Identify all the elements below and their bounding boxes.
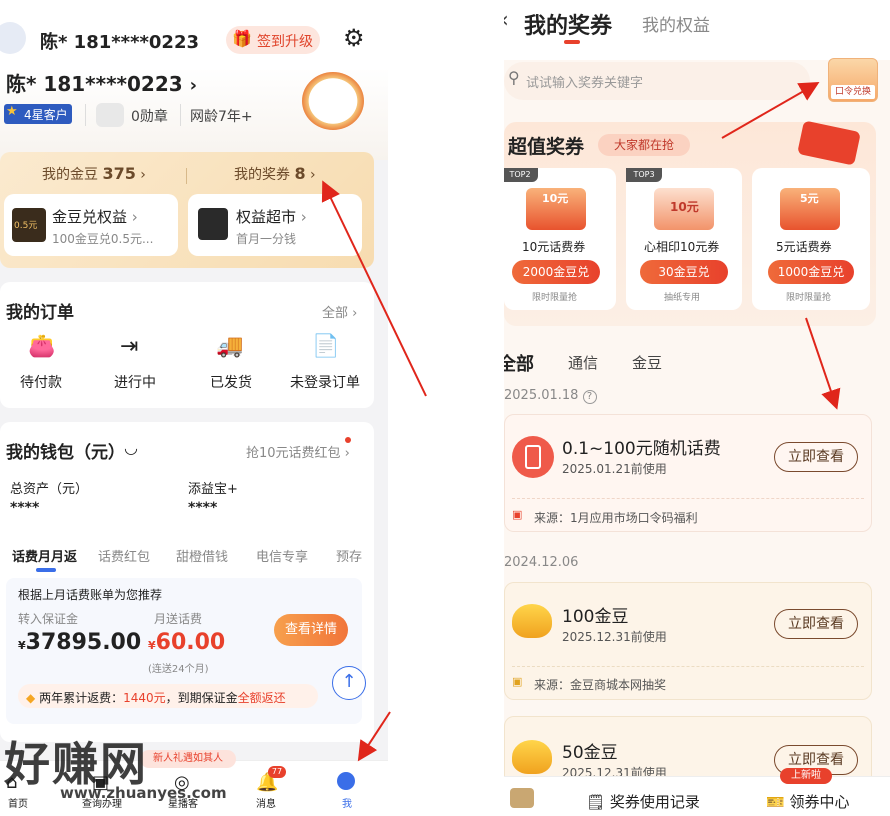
arrow-to-me bbox=[357, 711, 391, 762]
arrow-to-voucher bbox=[805, 317, 841, 410]
annotation-arrows bbox=[321, 82, 841, 762]
arrow-to-vouchers bbox=[321, 180, 427, 397]
screenshot-stage: 陈* 181****0223 🎁 签到升级 ⚙ 陈* 181****0223 ›… bbox=[0, 0, 890, 816]
arrow-to-redeem bbox=[721, 82, 820, 139]
